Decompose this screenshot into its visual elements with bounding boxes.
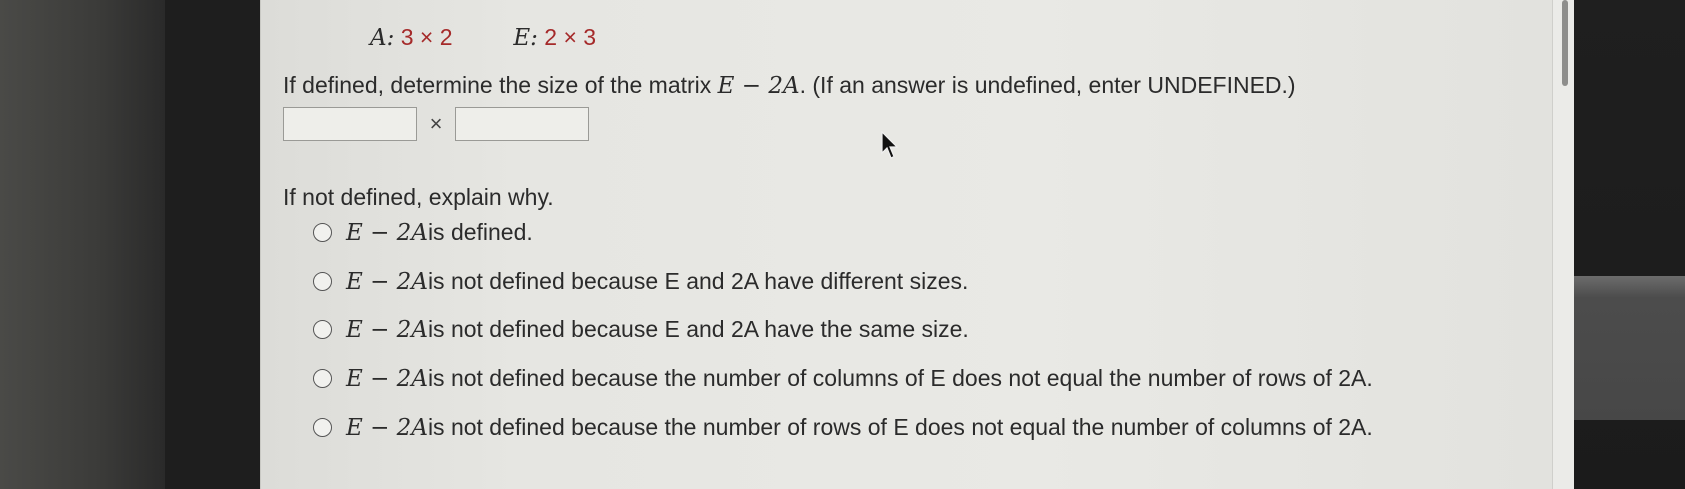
matrix-e-size: 2 × 3 [544, 24, 597, 50]
option-columns-vs-rows[interactable]: E − 2A is not defined because the number… [313, 365, 1373, 392]
option-defined[interactable]: E − 2A is defined. [313, 219, 533, 246]
matrix-sizes: A: 3 × 2 E: 2 × 3 [370, 24, 596, 51]
option-rows-vs-columns[interactable]: E − 2A is not defined because the number… [313, 414, 1373, 441]
radio-button[interactable] [313, 320, 332, 339]
question-suffix: . (If an answer is undefined, enter UNDE… [799, 72, 1296, 98]
columns-answer-input[interactable] [455, 107, 589, 141]
option-label: is defined. [427, 219, 533, 245]
scrollbar-thumb[interactable] [1562, 0, 1568, 86]
times-symbol: × [429, 111, 443, 136]
monitor-bezel-left [0, 0, 165, 489]
option-expression: E − 2A [346, 414, 428, 441]
option-different-sizes[interactable]: E − 2A is not defined because E and 2A h… [313, 268, 968, 295]
question-text: If defined, determine the size of the ma… [283, 72, 1296, 99]
option-expression: E − 2A [346, 365, 428, 392]
question-expression: E − 2A [717, 73, 800, 99]
option-expression: E − 2A [346, 219, 428, 246]
option-label: is not defined because the number of row… [427, 414, 1373, 440]
option-label: is not defined because the number of col… [427, 365, 1373, 391]
radio-button[interactable] [313, 418, 332, 437]
matrix-e-label: E: [513, 25, 538, 51]
option-expression: E − 2A [346, 268, 428, 295]
option-label: is not defined because E and 2A have dif… [427, 268, 969, 294]
rows-answer-input[interactable] [283, 107, 417, 141]
matrix-a-size: 3 × 2 [400, 24, 453, 50]
radio-button[interactable] [313, 272, 332, 291]
option-label: is not defined because E and 2A have the… [427, 316, 969, 342]
radio-button[interactable] [313, 369, 332, 388]
radio-button[interactable] [313, 223, 332, 242]
background-glare [1574, 276, 1685, 420]
question-prefix: If defined, determine the size of the ma… [283, 72, 718, 98]
matrix-a-label: A: [370, 25, 395, 51]
option-same-size[interactable]: E − 2A is not defined because E and 2A h… [313, 316, 969, 343]
screen: A: 3 × 2 E: 2 × 3 If defined, determine … [0, 0, 1685, 489]
size-answer-row: × [283, 105, 589, 143]
mouse-pointer-icon [881, 131, 899, 159]
explain-prompt: If not defined, explain why. [283, 184, 554, 210]
option-expression: E − 2A [346, 316, 428, 343]
